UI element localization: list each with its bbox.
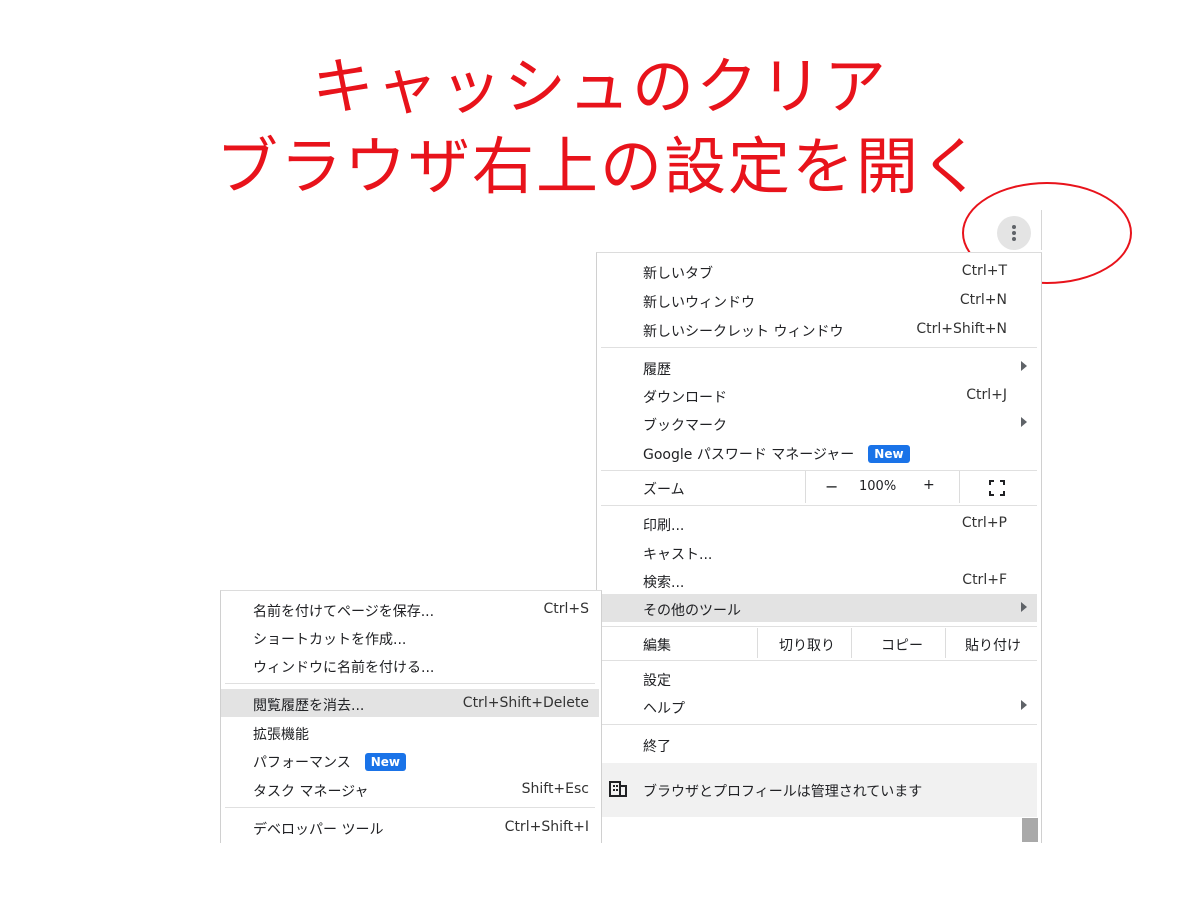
- menu-item-label: ダウンロード: [643, 390, 727, 406]
- menu-item-label: デベロッパー ツール: [253, 822, 384, 838]
- edit-row: 編集 切り取り コピー 貼り付け: [597, 628, 1037, 658]
- menu-item-label: タスク マネージャ: [253, 784, 369, 800]
- menu-item-label: 履歴: [643, 362, 671, 378]
- submenu-item-clear-browsing-data[interactable]: 閲覧履歴を消去... Ctrl+Shift+Delete: [221, 689, 599, 717]
- menu-item-settings[interactable]: 設定: [597, 664, 1037, 692]
- shortcut-label: Ctrl+F: [962, 572, 1007, 588]
- menu-item-bookmarks[interactable]: ブックマーク: [597, 409, 1037, 437]
- menu-item-cast[interactable]: キャスト...: [597, 538, 1037, 566]
- menu-item-exit[interactable]: 終了: [597, 730, 1037, 758]
- fullscreen-icon[interactable]: [989, 480, 1005, 496]
- menu-item-downloads[interactable]: ダウンロード Ctrl+J: [597, 381, 1037, 409]
- menu-item-label: 印刷...: [643, 518, 685, 534]
- zoom-row: ズーム − 100% +: [597, 471, 1037, 503]
- submenu-arrow-icon: [1021, 602, 1027, 612]
- menu-item-label: 閲覧履歴を消去...: [253, 698, 365, 714]
- menu-separator: [601, 660, 1037, 661]
- scrollbar-thumb[interactable]: [1022, 818, 1038, 842]
- slide-title: キャッシュのクリア: [311, 50, 888, 123]
- menu-item-label: Google パスワード マネージャー: [643, 447, 855, 463]
- menu-separator: [225, 807, 595, 808]
- menu-separator: [225, 683, 595, 684]
- menu-item-label: 設定: [643, 673, 671, 689]
- submenu-item-developer-tools[interactable]: デベロッパー ツール Ctrl+Shift+I: [221, 813, 599, 841]
- menu-item-label: 終了: [643, 739, 671, 755]
- shortcut-label: Ctrl+S: [543, 601, 589, 617]
- menu-item-label: その他のツール: [643, 603, 741, 619]
- menu-item-print[interactable]: 印刷... Ctrl+P: [597, 509, 1037, 537]
- new-badge: New: [868, 445, 910, 463]
- copy-button[interactable]: コピー: [881, 635, 923, 655]
- zoom-label: ズーム: [643, 482, 685, 498]
- menu-item-label: 名前を付けてページを保存...: [253, 604, 435, 620]
- submenu-item-save-page[interactable]: 名前を付けてページを保存... Ctrl+S: [221, 595, 599, 623]
- menu-item-label: ウィンドウに名前を付ける...: [253, 660, 435, 676]
- menu-item-more-tools[interactable]: その他のツール: [597, 594, 1037, 622]
- menu-item-label: 新しいタブ: [643, 266, 713, 282]
- menu-item-new-tab[interactable]: 新しいタブ Ctrl+T: [597, 257, 1037, 285]
- more-tools-submenu: 名前を付けてページを保存... Ctrl+S ショートカットを作成... ウィン…: [220, 590, 602, 843]
- chrome-main-menu: 新しいタブ Ctrl+T 新しいウィンドウ Ctrl+N 新しいシークレット ウ…: [596, 252, 1042, 843]
- menu-separator: [601, 626, 1037, 627]
- submenu-item-task-manager[interactable]: タスク マネージャ Shift+Esc: [221, 775, 599, 803]
- menu-item-incognito[interactable]: 新しいシークレット ウィンドウ Ctrl+Shift+N: [597, 315, 1037, 343]
- menu-item-label: 拡張機能: [253, 727, 309, 743]
- shortcut-label: Ctrl+J: [966, 387, 1007, 403]
- managed-label: ブラウザとプロフィールは管理されています: [643, 784, 923, 800]
- zoom-out-button[interactable]: −: [825, 477, 838, 496]
- menu-item-password-manager[interactable]: Google パスワード マネージャー New: [597, 438, 1037, 466]
- menu-item-find[interactable]: 検索... Ctrl+F: [597, 566, 1037, 594]
- submenu-arrow-icon: [1021, 700, 1027, 710]
- cut-button[interactable]: 切り取り: [779, 635, 835, 655]
- menu-item-label: 検索...: [643, 575, 685, 591]
- submenu-arrow-icon: [1021, 417, 1027, 427]
- submenu-item-name-window[interactable]: ウィンドウに名前を付ける...: [221, 651, 599, 679]
- submenu-arrow-icon: [1021, 361, 1027, 371]
- menu-item-label: キャスト...: [643, 547, 713, 563]
- managed-browser-notice[interactable]: ブラウザとプロフィールは管理されています: [597, 763, 1037, 817]
- paste-button[interactable]: 貼り付け: [965, 635, 1021, 655]
- building-icon: [609, 781, 627, 797]
- shortcut-label: Ctrl+P: [961, 515, 1007, 531]
- submenu-item-performance[interactable]: パフォーマンス New: [221, 746, 599, 774]
- shortcut-label: Ctrl+T: [961, 263, 1007, 279]
- menu-item-label: ヘルプ: [643, 701, 685, 717]
- shortcut-label: Ctrl+Shift+N: [916, 321, 1007, 337]
- menu-separator: [601, 347, 1037, 348]
- shortcut-label: Ctrl+N: [959, 292, 1007, 308]
- zoom-in-button[interactable]: +: [923, 477, 935, 493]
- menu-item-new-window[interactable]: 新しいウィンドウ Ctrl+N: [597, 286, 1037, 314]
- shortcut-label: Shift+Esc: [521, 781, 589, 797]
- submenu-item-extensions[interactable]: 拡張機能: [221, 718, 599, 746]
- shortcut-label: Ctrl+Shift+I: [504, 819, 589, 835]
- shortcut-label: Ctrl+Shift+Delete: [462, 695, 589, 711]
- menu-item-label: 新しいウィンドウ: [643, 295, 755, 311]
- menu-item-label: ショートカットを作成...: [253, 632, 407, 648]
- edit-label: 編集: [643, 638, 671, 654]
- submenu-item-create-shortcut[interactable]: ショートカットを作成...: [221, 623, 599, 651]
- zoom-level: 100%: [859, 479, 897, 494]
- menu-item-history[interactable]: 履歴: [597, 353, 1037, 381]
- menu-item-label: パフォーマンス: [253, 755, 351, 771]
- menu-separator: [601, 724, 1037, 725]
- menu-separator: [601, 505, 1037, 506]
- menu-item-label: 新しいシークレット ウィンドウ: [643, 324, 844, 340]
- new-badge: New: [364, 753, 407, 771]
- menu-item-help[interactable]: ヘルプ: [597, 692, 1037, 720]
- menu-item-label: ブックマーク: [643, 418, 727, 434]
